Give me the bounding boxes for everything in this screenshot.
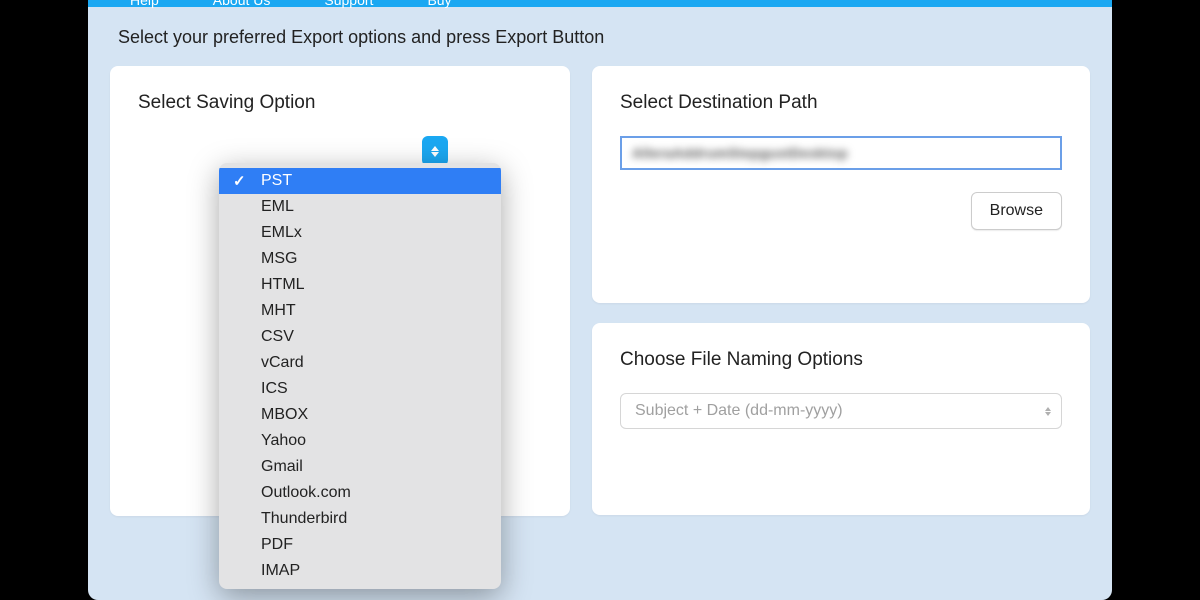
option-outlook[interactable]: Outlook.com xyxy=(219,480,501,506)
browse-button[interactable]: Browse xyxy=(971,192,1062,230)
naming-panel: Choose File Naming Options Subject + Dat… xyxy=(592,323,1090,515)
saving-select-field[interactable] xyxy=(138,136,413,166)
destination-path-input[interactable]: AlleraAddrumStepgustDesktop xyxy=(620,136,1062,170)
saving-select[interactable] xyxy=(138,136,448,166)
updown-icon[interactable] xyxy=(422,136,448,166)
option-pst[interactable]: PST xyxy=(219,168,501,194)
browse-row: Browse xyxy=(620,192,1062,230)
instruction-bar: Select your preferred Export options and… xyxy=(88,7,1112,66)
destination-title: Select Destination Path xyxy=(620,92,1062,114)
nav-about[interactable]: About Us xyxy=(201,0,283,8)
option-mbox[interactable]: MBOX xyxy=(219,402,501,428)
naming-select-value: Subject + Date (dd-mm-yyyy) xyxy=(635,402,843,420)
saving-option-title: Select Saving Option xyxy=(138,92,542,114)
instruction-text: Select your preferred Export options and… xyxy=(118,27,1082,48)
updown-icon xyxy=(1045,407,1051,416)
option-vcard[interactable]: vCard xyxy=(219,350,501,376)
destination-panel: Select Destination Path AlleraAddrumStep… xyxy=(592,66,1090,303)
option-eml[interactable]: EML xyxy=(219,194,501,220)
destination-path-value: AlleraAddrumStepgustDesktop xyxy=(632,145,848,161)
option-emlx[interactable]: EMLx xyxy=(219,220,501,246)
nav-buy[interactable]: Buy xyxy=(415,0,463,8)
option-imap[interactable]: IMAP xyxy=(219,558,501,584)
option-html[interactable]: HTML xyxy=(219,272,501,298)
saving-option-dropdown[interactable]: PST EML EMLx MSG HTML MHT CSV vCard ICS … xyxy=(219,163,501,589)
naming-select[interactable]: Subject + Date (dd-mm-yyyy) xyxy=(620,393,1062,429)
option-pdf[interactable]: PDF xyxy=(219,532,501,558)
option-msg[interactable]: MSG xyxy=(219,246,501,272)
nav-help[interactable]: Help xyxy=(118,0,171,8)
option-ics[interactable]: ICS xyxy=(219,376,501,402)
option-mht[interactable]: MHT xyxy=(219,298,501,324)
option-csv[interactable]: CSV xyxy=(219,324,501,350)
option-gmail[interactable]: Gmail xyxy=(219,454,501,480)
naming-title: Choose File Naming Options xyxy=(620,349,1062,371)
app-window: Help About Us Support Buy Select your pr… xyxy=(88,0,1112,600)
nav-support[interactable]: Support xyxy=(312,0,385,8)
option-yahoo[interactable]: Yahoo xyxy=(219,428,501,454)
top-nav: Help About Us Support Buy xyxy=(88,0,1112,7)
option-thunderbird[interactable]: Thunderbird xyxy=(219,506,501,532)
right-column: Select Destination Path AlleraAddrumStep… xyxy=(592,66,1090,516)
